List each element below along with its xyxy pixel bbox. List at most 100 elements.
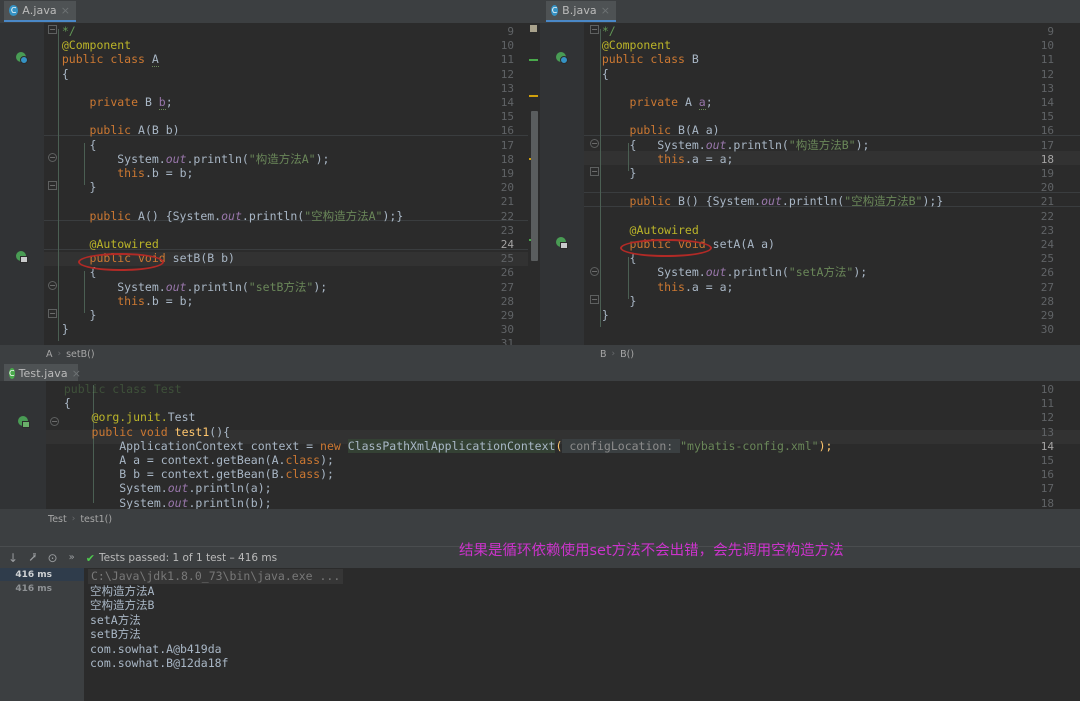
line-number: 14 [1040, 439, 1054, 453]
code-line[interactable]: */ [48, 24, 76, 38]
code-line[interactable]: public class A [48, 52, 159, 68]
line-number: 20 [500, 181, 514, 195]
run-class-icon[interactable] [16, 52, 28, 64]
code-line[interactable]: @Component [48, 38, 131, 52]
gutter-right[interactable] [540, 23, 584, 345]
console-output[interactable]: C:\Java\jdk1.8.0_73\bin\java.exe ... 空构造方… [84, 568, 1080, 701]
test-tree-column[interactable]: 416 ms 416 ms [0, 568, 84, 701]
code-line[interactable]: } [48, 308, 97, 322]
gutter-left[interactable] [0, 23, 44, 345]
close-icon[interactable]: × [72, 368, 81, 379]
code-token: ); [315, 151, 330, 166]
test-duration[interactable]: 416 ms [0, 584, 52, 597]
code-token: "mybatis-config.xml" [680, 438, 819, 453]
code-line[interactable]: System.out.println(a); [50, 481, 271, 495]
code-line[interactable]: } [588, 166, 637, 180]
more-chevrons-icon[interactable]: » [69, 552, 75, 564]
run-class-icon[interactable] [556, 52, 568, 64]
breadcrumb-left[interactable]: A › setB() [44, 347, 526, 361]
code-line[interactable]: System.out.println(b); [50, 496, 271, 509]
vertical-scrollbar-left[interactable] [531, 111, 538, 261]
console-output-line: com.sowhat.A@b419da [90, 641, 222, 656]
code-token: .println( [726, 265, 789, 280]
expand-icon[interactable]: ⭷ [29, 552, 36, 564]
breadcrumb-item[interactable]: test1() [80, 514, 112, 525]
code-line[interactable]: System.out.println("构造方法A"); [48, 152, 329, 166]
code-token: public [629, 194, 679, 209]
code-line[interactable]: this.b = b; [48, 294, 193, 308]
code-token: this [657, 151, 685, 166]
search-icon[interactable]: ⊙ [48, 552, 58, 564]
scroll-down-icon[interactable]: ↓ [8, 552, 18, 564]
marker-track-left[interactable] [528, 23, 540, 345]
run-test-icon[interactable] [18, 416, 30, 428]
editor-pane-a-java[interactable]: − − − − − 9 10 11 12 13 14 15 16 17 18 19 20 21 22 23 2… [0, 23, 540, 345]
breadcrumb-item[interactable]: A [46, 349, 53, 360]
code-line[interactable]: System.out.println("setA方法"); [588, 265, 867, 279]
code-line[interactable]: } [588, 308, 609, 322]
breadcrumb-item[interactable]: setB() [66, 349, 94, 360]
code-token: System. [48, 151, 166, 166]
code-line[interactable]: public class Test [50, 382, 182, 396]
close-icon[interactable]: × [601, 5, 610, 16]
code-line[interactable]: private A a; [588, 95, 713, 110]
code-line[interactable]: A a = context.getBean(A.class); [50, 453, 334, 467]
breadcrumb-item[interactable]: Test [48, 514, 67, 525]
close-icon[interactable]: × [61, 5, 70, 16]
left-tabstrip: C A.java × [0, 1, 540, 22]
gutter-bottom[interactable] [0, 381, 46, 509]
code-line[interactable]: } [48, 322, 69, 336]
code-token: @Component [588, 38, 672, 53]
code-line[interactable]: @Autowired [588, 223, 699, 237]
code-line[interactable]: @Component [588, 38, 671, 52]
code-line[interactable]: */ [588, 24, 616, 38]
bean-gutter-icon[interactable] [556, 237, 568, 249]
code-line[interactable]: this.b = b; [48, 166, 193, 180]
code-line[interactable]: ApplicationContext context = new ClassPa… [50, 438, 832, 453]
console-command-line: C:\Java\jdk1.8.0_73\bin\java.exe ... [88, 569, 344, 584]
code-token: } [48, 322, 69, 337]
code-line[interactable]: public B() {System.out.println("空构造方法B")… [588, 194, 944, 209]
code-line[interactable]: public A() {System.out.println("空构造方法A")… [48, 209, 404, 223]
code-line[interactable]: } [588, 294, 637, 308]
code-line[interactable]: @org.junit.Test [50, 410, 196, 424]
code-token: B b [151, 123, 173, 138]
code-line[interactable]: this.a = a; [588, 280, 733, 294]
code-line[interactable]: public B(A a) [588, 123, 720, 137]
code-line[interactable]: System.out.println("setB方法"); [48, 280, 327, 294]
editor-pane-test-java[interactable]: − 10111213141516171819 public class Test… [0, 381, 1080, 509]
code-token: out [705, 265, 727, 280]
tab-b-java[interactable]: C B.java × [546, 1, 616, 22]
code-line[interactable]: B b = context.getBean(B.class); [50, 467, 334, 481]
breadcrumb-bottom[interactable]: Test › test1() [46, 512, 448, 526]
code-line[interactable]: { System.out.println("构造方法B"); [588, 138, 870, 152]
line-number: 18 [500, 152, 514, 166]
code-token: new [320, 438, 348, 453]
code-line[interactable]: public class B [588, 52, 699, 66]
code-line[interactable]: { [48, 138, 97, 152]
code-line[interactable]: @Autowired [48, 237, 159, 251]
code-line[interactable]: this.a = a; [588, 152, 733, 166]
code-token: private [629, 95, 685, 109]
line-number: 11 [1040, 53, 1054, 67]
breadcrumb-item[interactable]: B [600, 349, 607, 360]
code-line[interactable]: { [48, 67, 69, 81]
code-token: @Autowired [89, 237, 159, 251]
code-line[interactable]: public A(B b) [48, 123, 180, 137]
code-line[interactable]: { [588, 67, 609, 81]
editor-pane-b-java[interactable]: − − − − − 9 10 11 12 13 14 15 16 17 18 19 20 21 22 23 2… [540, 23, 1080, 345]
code-line[interactable]: private B b; [48, 95, 173, 110]
tab-a-java[interactable]: C A.java × [4, 1, 76, 22]
code-token: B [271, 467, 279, 482]
breadcrumb-item[interactable]: B() [620, 349, 634, 360]
line-number: 30 [1040, 323, 1054, 337]
tab-label: Test.java [18, 367, 68, 380]
bean-gutter-icon[interactable] [16, 251, 28, 263]
code-line[interactable]: { [50, 396, 71, 410]
breadcrumb-right[interactable]: B › B() [598, 347, 1000, 361]
test-duration[interactable]: 416 ms [0, 570, 52, 583]
code-line[interactable]: } [48, 180, 97, 194]
code-line[interactable]: public void test1(){ [50, 425, 231, 439]
